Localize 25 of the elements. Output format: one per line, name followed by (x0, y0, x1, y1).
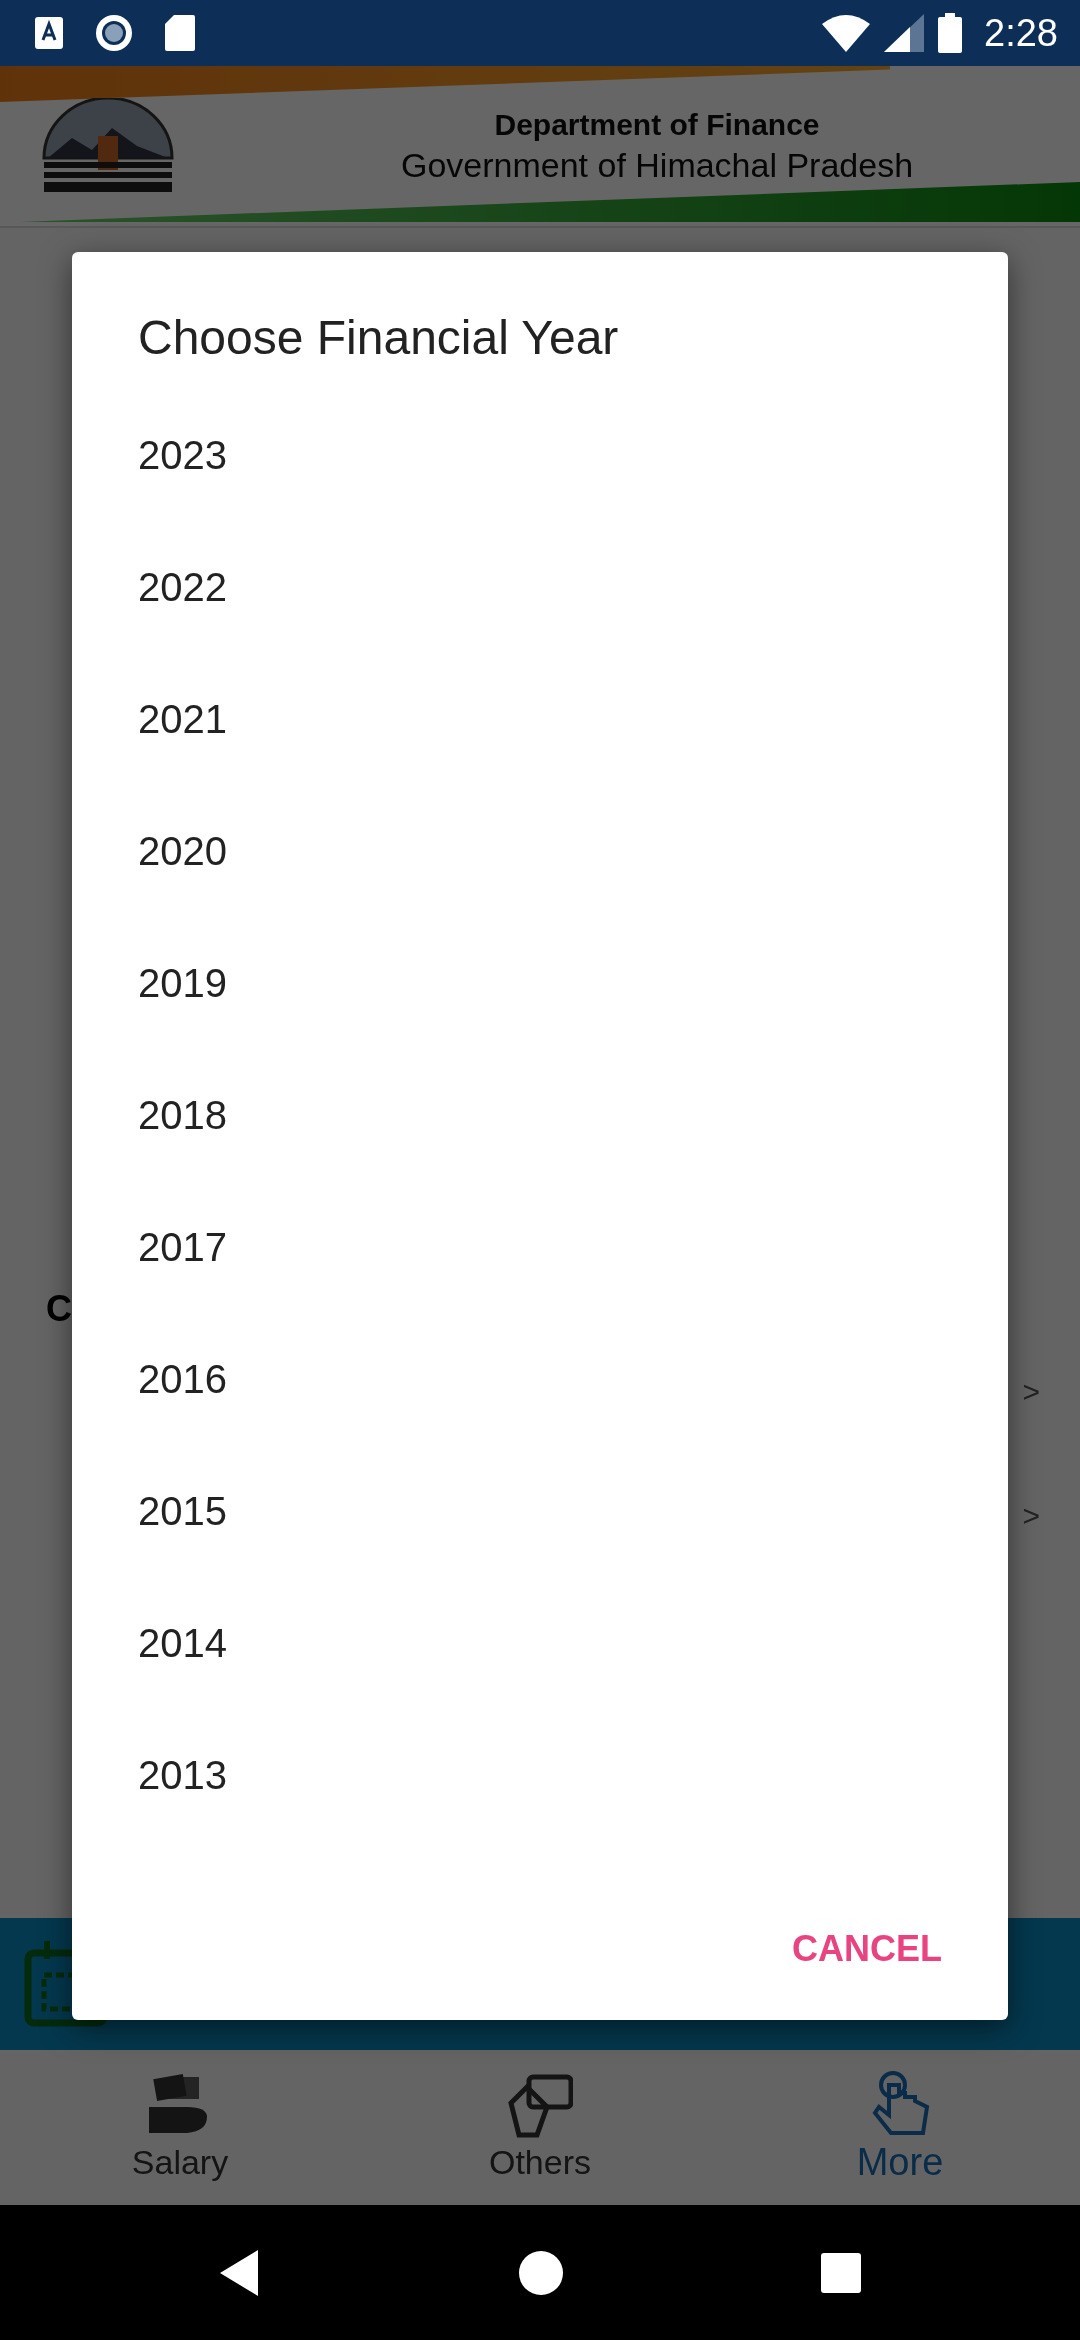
header-title: Department of Finance (494, 107, 820, 142)
section-heading: C (46, 1288, 73, 1330)
year-option[interactable]: 2023 (72, 389, 1008, 521)
year-option[interactable]: 2022 (72, 521, 1008, 653)
wifi-icon (822, 14, 871, 52)
year-option[interactable]: 2021 (72, 653, 1008, 785)
cancel-button[interactable]: CANCEL (776, 1908, 958, 1990)
year-option[interactable]: 2016 (72, 1313, 1008, 1445)
recents-icon[interactable] (820, 2251, 862, 2294)
dialog-title: Choose Financial Year (138, 310, 619, 365)
battery-icon (938, 13, 963, 53)
signal-icon (884, 14, 925, 52)
year-option[interactable]: 2020 (72, 785, 1008, 917)
header-subtitle: Government of Himachal Pradesh (400, 145, 914, 185)
year-option[interactable]: 2013 (72, 1709, 1008, 1841)
status-time: 2:28 (984, 11, 1058, 55)
year-option[interactable]: 2015 (72, 1445, 1008, 1577)
home-icon[interactable] (518, 2249, 564, 2296)
sd-card-icon (164, 14, 196, 52)
year-option[interactable]: 2017 (72, 1181, 1008, 1313)
year-option[interactable]: 2014 (72, 1577, 1008, 1709)
keyboard-notification-icon (34, 16, 64, 50)
year-option[interactable]: 2019 (72, 917, 1008, 1049)
record-icon (94, 13, 134, 53)
year-option[interactable]: 2018 (72, 1049, 1008, 1181)
